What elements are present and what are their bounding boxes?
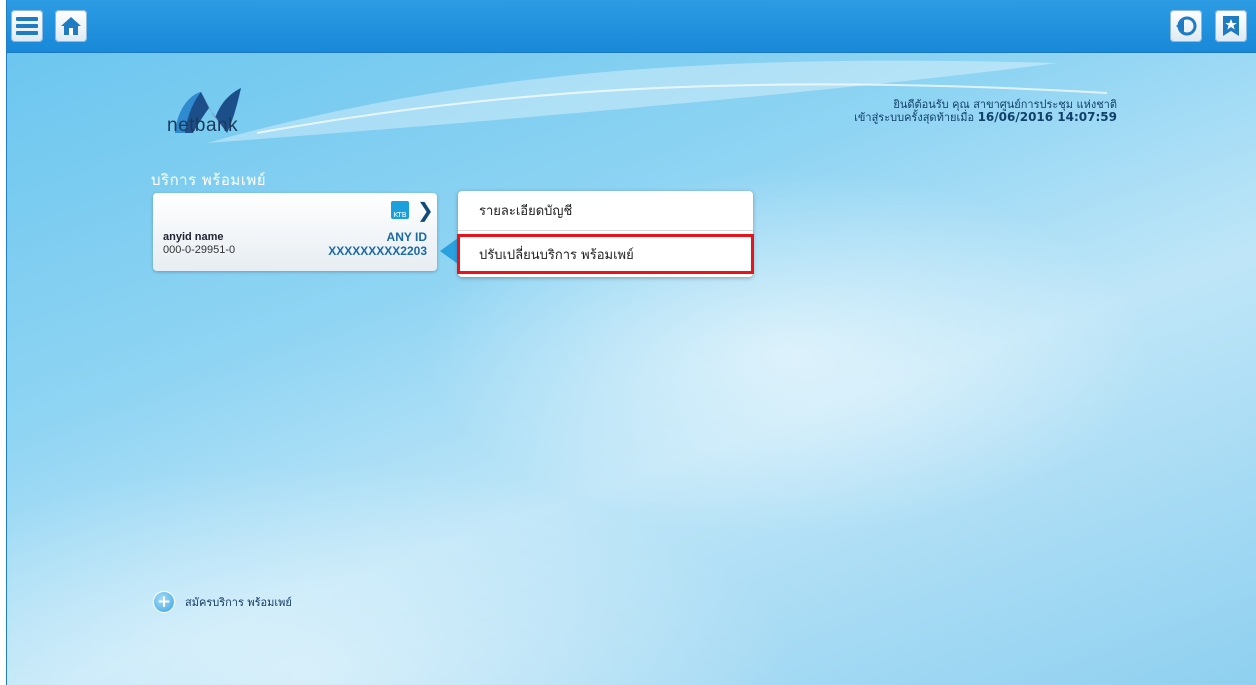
last-login-label: เข้าสู่ระบบครั้งสุดท้ายเมื่อ: [854, 111, 975, 124]
register-label: สมัครบริการ พร้อมเพย์: [185, 596, 292, 609]
bookmark-icon: [1223, 16, 1239, 36]
welcome-message: ยินดีต้อนรับ คุณ สาขาศูนย์การประชุม แห่ง…: [787, 99, 1117, 124]
logout-icon: [1176, 16, 1197, 36]
section-title: บริการ พร้อมเพย์: [151, 171, 267, 189]
last-login-timestamp: 16/06/2016 14:07:59: [977, 110, 1117, 124]
netbank-logo-text: netbank: [167, 115, 239, 136]
menu-item-account-details[interactable]: รายละเอียดบัญชี: [458, 191, 753, 231]
home-button[interactable]: [55, 10, 87, 42]
account-number: 000-0-29951-0: [163, 244, 236, 256]
account-action-menu: รายละเอียดบัญชี ปรับเปลี่ยนบริการ พร้อมเ…: [457, 191, 754, 277]
plus-icon: +: [153, 591, 175, 613]
menu-button[interactable]: [11, 10, 43, 42]
popup-pointer: [440, 238, 458, 264]
account-name: anyid name: [163, 231, 224, 243]
anyid-value: XXXXXXXXX2203: [328, 244, 427, 258]
last-login-line: เข้าสู่ระบบครั้งสุดท้ายเมื่อ 16/06/2016 …: [787, 111, 1117, 124]
logout-button[interactable]: [1170, 10, 1202, 42]
account-card[interactable]: KTB ❯ anyid name 000-0-29951-0 ANY ID XX…: [153, 193, 437, 271]
main-content: netbank ยินดีต้อนรับ คุณ สาขาศูนย์การประ…: [7, 53, 1256, 685]
menu-icon: [16, 17, 38, 35]
anyid-type-label: ANY ID: [386, 230, 427, 244]
app-window: netbank ยินดีต้อนรับ คุณ สาขาศูนย์การประ…: [6, 0, 1256, 685]
home-icon: [61, 17, 81, 35]
top-toolbar: [7, 0, 1256, 53]
register-promptpay-button[interactable]: + สมัครบริการ พร้อมเพย์: [153, 591, 292, 613]
bookmark-button[interactable]: [1215, 10, 1247, 42]
chevron-right-icon[interactable]: ❯: [417, 198, 434, 222]
menu-item-change-promptpay[interactable]: ปรับเปลี่ยนบริการ พร้อมเพย์: [457, 234, 754, 274]
ktb-bank-icon: KTB: [391, 201, 409, 219]
